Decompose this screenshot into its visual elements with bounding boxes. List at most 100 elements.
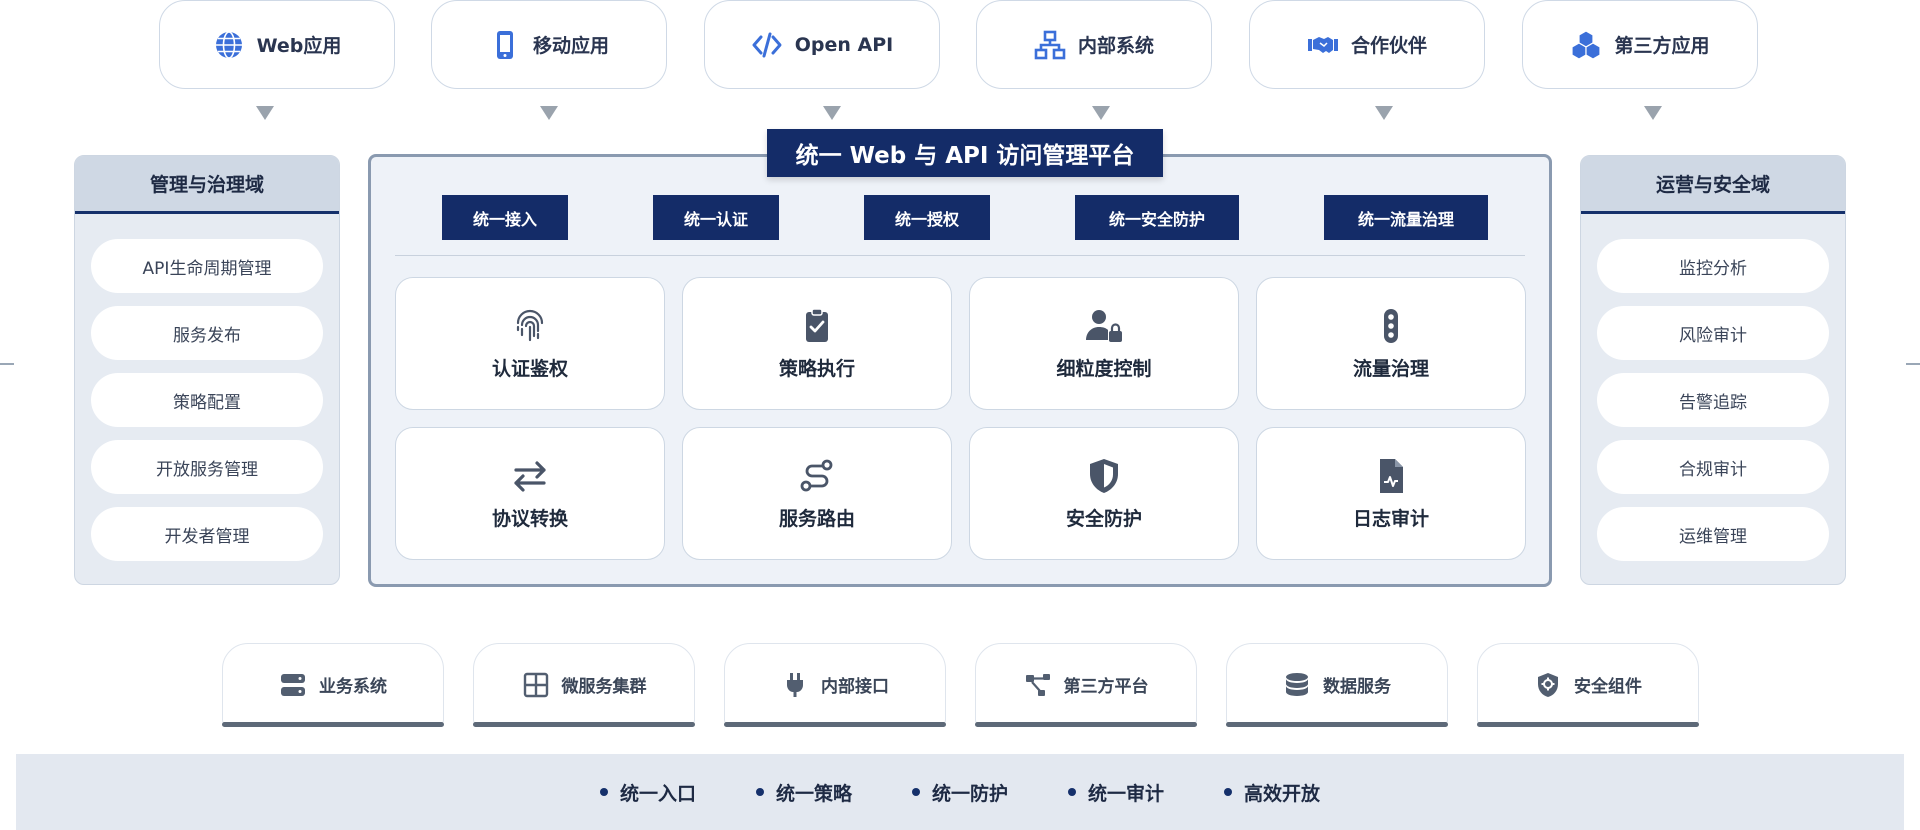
left-panel-item: API生命周期管理	[91, 239, 323, 293]
footer-label: 统一审计	[1088, 782, 1165, 805]
bullet-dot-icon	[755, 788, 764, 796]
backend-label: 业务系统	[319, 677, 387, 697]
client-open-api: Open API	[704, 0, 940, 89]
client-partner: 合作伙伴	[1249, 0, 1485, 89]
left-panel-item: 策略配置	[91, 373, 323, 427]
left-panel-item: 服务发布	[91, 306, 323, 360]
traffic-light-icon	[1384, 309, 1398, 343]
server-icon	[281, 673, 305, 696]
function-label: 服务路由	[778, 508, 855, 530]
footer-label: 高效开放	[1244, 782, 1321, 805]
function-label: 策略执行	[778, 358, 855, 380]
function-card: 策略执行	[682, 277, 952, 410]
cubes-icon	[1571, 29, 1602, 60]
capability-badge: 统一流量治理	[1324, 195, 1488, 240]
mobile-icon	[496, 30, 513, 59]
backend-label: 第三方平台	[1063, 677, 1149, 697]
backend-label: 数据服务	[1323, 677, 1391, 697]
footer-label: 统一入口	[619, 782, 696, 805]
down-arrow-icon	[540, 106, 558, 120]
function-card: 细粒度控制	[969, 277, 1239, 410]
down-arrow-icon	[256, 106, 274, 120]
down-arrow-icon	[1092, 106, 1110, 120]
client-label: 合作伙伴	[1350, 35, 1427, 57]
function-label: 细粒度控制	[1056, 358, 1152, 380]
function-label: 流量治理	[1352, 358, 1429, 380]
function-card: 协议转换	[395, 427, 665, 560]
function-label: 认证鉴权	[491, 358, 568, 380]
architecture-diagram: Web应用 移动应用 Open API 内部系统 合作伙伴 第三方应用 管理与治…	[0, 0, 1920, 830]
footer-label: 统一策略	[775, 782, 852, 805]
handshake-icon	[1307, 36, 1338, 53]
backend-label: 内部接口	[821, 677, 889, 697]
function-card: 安全防护	[969, 427, 1239, 560]
platform-title: 统一 Web 与 API 访问管理平台	[767, 129, 1163, 177]
platform-divider	[395, 255, 1525, 256]
function-card: 日志审计	[1256, 427, 1526, 560]
right-panel-item: 风险审计	[1597, 306, 1829, 360]
right-panel-title: 运营与安全域	[1581, 156, 1845, 214]
client-third-party-app: 第三方应用	[1522, 0, 1758, 89]
function-card: 服务路由	[682, 427, 952, 560]
network-icon	[1034, 30, 1066, 59]
log-file-icon	[1380, 459, 1403, 493]
client-label: Open API	[794, 33, 894, 56]
footer-label: 统一防护	[931, 782, 1008, 805]
client-label: Web应用	[256, 35, 342, 57]
down-arrow-icon	[1375, 106, 1393, 120]
bullet-dot-icon	[1224, 788, 1233, 796]
footer-item: 统一策略	[755, 779, 852, 806]
capability-badge: 统一授权	[864, 195, 990, 240]
client-internal-system: 内部系统	[976, 0, 1212, 89]
client-label: 第三方应用	[1614, 35, 1710, 57]
function-card: 认证鉴权	[395, 277, 665, 410]
backend-label: 安全组件	[1574, 677, 1642, 697]
database-icon	[1286, 672, 1308, 696]
footer-bar: 统一入口 统一策略 统一防护 统一审计 高效开放	[16, 754, 1904, 830]
function-label: 安全防护	[1065, 508, 1142, 530]
left-panel-management: 管理与治理域 API生命周期管理 服务发布 策略配置 开放服务管理 开发者管理	[74, 155, 340, 585]
grid-icon	[523, 672, 548, 697]
footer-item: 统一审计	[1068, 779, 1164, 806]
globe-icon	[215, 30, 242, 59]
function-label: 协议转换	[491, 508, 568, 530]
shield-gear-icon	[1538, 672, 1558, 697]
backend-security-component: 安全组件	[1477, 643, 1699, 727]
client-mobile-app: 移动应用	[431, 0, 667, 89]
left-panel-item: 开放服务管理	[91, 440, 323, 494]
backend-data-service: 数据服务	[1226, 643, 1448, 727]
down-arrow-icon	[823, 106, 841, 120]
down-arrow-icon	[1644, 106, 1662, 120]
share-nodes-icon	[1025, 673, 1050, 696]
left-panel-item: 开发者管理	[91, 507, 323, 561]
route-icon	[800, 459, 833, 492]
capability-badge: 统一安全防护	[1075, 195, 1239, 240]
client-web-app: Web应用	[159, 0, 395, 89]
code-icon	[752, 32, 782, 57]
bullet-dot-icon	[599, 788, 608, 796]
swap-arrows-icon	[514, 461, 546, 492]
right-panel-operations: 运营与安全域 监控分析 风险审计 告警追踪 合规审计 运维管理	[1580, 155, 1846, 585]
right-edge-mark	[1906, 363, 1920, 365]
client-label: 内部系统	[1077, 35, 1154, 57]
function-label: 日志审计	[1352, 508, 1429, 530]
footer-item: 高效开放	[1224, 779, 1320, 806]
plug-icon	[787, 672, 803, 697]
right-panel-item: 告警追踪	[1597, 373, 1829, 427]
shield-icon	[1090, 459, 1118, 493]
bullet-dot-icon	[1068, 788, 1076, 796]
right-panel-item: 合规审计	[1597, 440, 1829, 494]
backend-internal-interface: 内部接口	[724, 643, 946, 727]
left-edge-mark	[0, 363, 14, 365]
backend-business-system: 业务系统	[222, 643, 444, 727]
function-card: 流量治理	[1256, 277, 1526, 410]
capability-badge: 统一接入	[442, 195, 568, 240]
footer-item: 统一入口	[599, 779, 696, 806]
fingerprint-icon	[516, 309, 544, 342]
clipboard-check-icon	[806, 308, 828, 342]
backend-third-party-platform: 第三方平台	[975, 643, 1197, 727]
right-panel-item: 运维管理	[1597, 507, 1829, 561]
backend-label: 微服务集群	[561, 677, 647, 697]
user-lock-icon	[1086, 310, 1122, 342]
capability-badge: 统一认证	[653, 195, 779, 240]
